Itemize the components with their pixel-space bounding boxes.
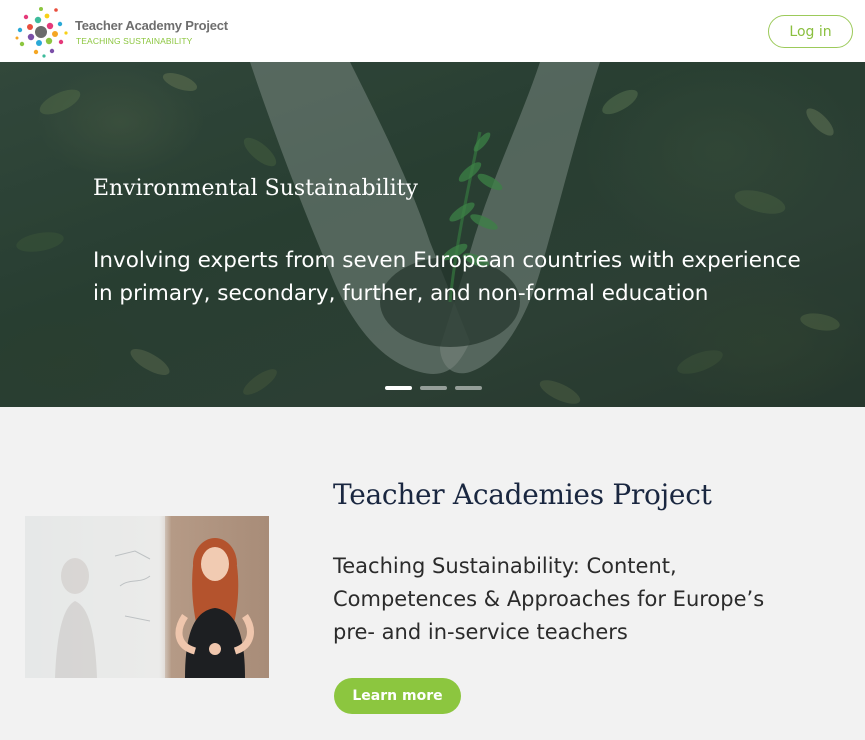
teacher-photo-image bbox=[25, 516, 269, 678]
teacher-photo bbox=[25, 516, 269, 678]
carousel-indicator-3[interactable] bbox=[455, 386, 482, 390]
main-description: Teaching Sustainability: Content, Compet… bbox=[333, 554, 765, 644]
carousel-indicator-1[interactable] bbox=[385, 386, 412, 390]
logo-dots-icon bbox=[15, 7, 68, 58]
main-title: Teacher Academies Project bbox=[333, 478, 712, 511]
login-button[interactable]: Log in bbox=[768, 15, 853, 48]
carousel-indicator-2[interactable] bbox=[420, 386, 447, 390]
site-header: Teacher Academy Project TEACHING SUSTAIN… bbox=[0, 0, 865, 62]
hero-title: Environmental Sustainability bbox=[93, 176, 418, 201]
learn-more-button[interactable]: Learn more bbox=[334, 678, 461, 714]
carousel-indicators bbox=[385, 386, 482, 390]
site-logo[interactable]: Teacher Academy Project TEACHING SUSTAIN… bbox=[14, 4, 228, 58]
hero-text: Involving experts from seven European co… bbox=[93, 248, 801, 306]
hero-overlay bbox=[0, 62, 865, 407]
logo-subtitle: TEACHING SUSTAINABILITY bbox=[76, 36, 193, 46]
hero-carousel: Environmental Sustainability Involving e… bbox=[0, 62, 865, 407]
logo-title: Teacher Academy Project bbox=[75, 18, 228, 33]
